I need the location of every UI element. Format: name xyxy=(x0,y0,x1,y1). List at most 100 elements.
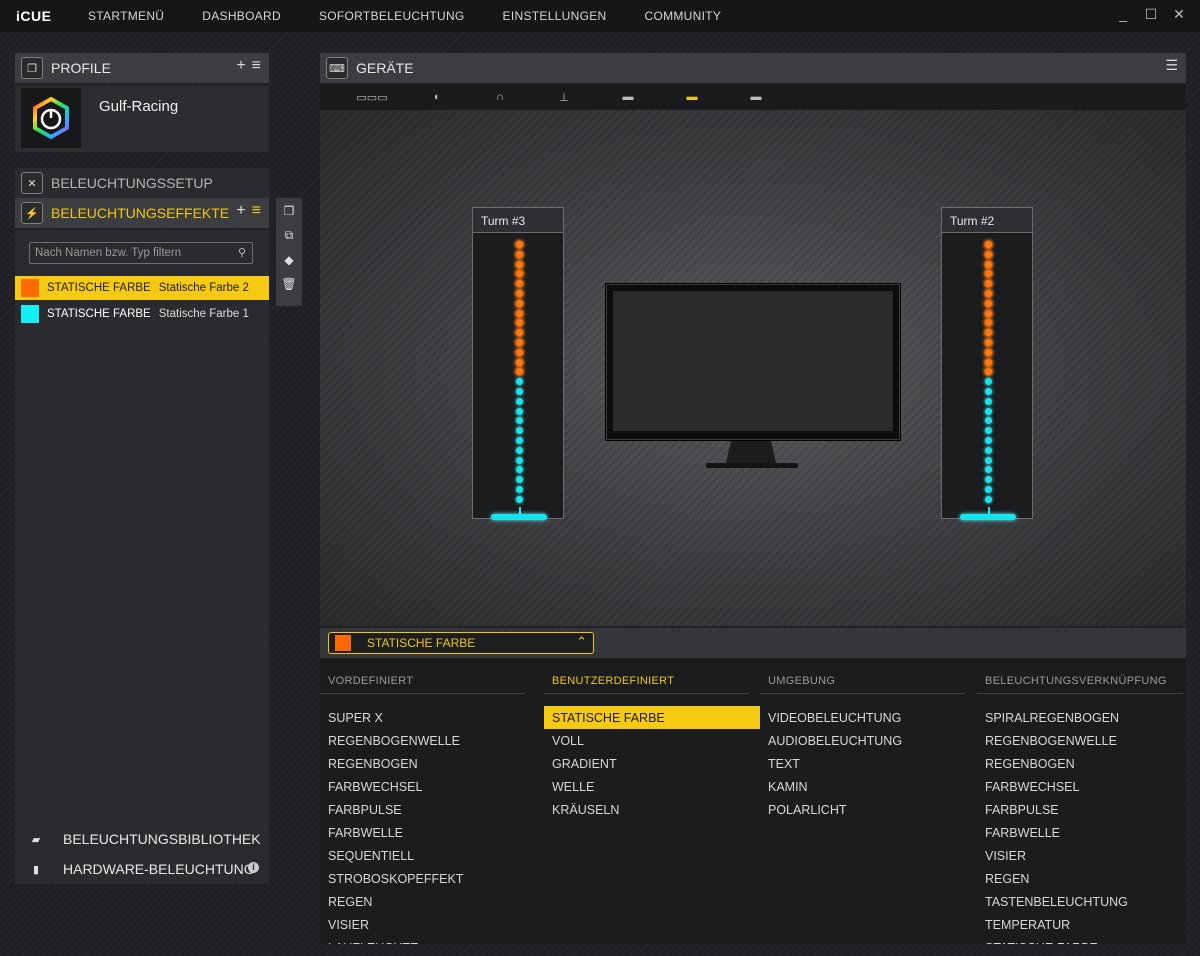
effect-option[interactable]: REGEN xyxy=(977,867,1183,890)
effect-option[interactable]: STATISCHE FARBE xyxy=(544,706,760,729)
effect-option[interactable]: LAUFLEUCHTE xyxy=(320,936,526,944)
nav-instant-lighting[interactable]: SOFORTBELEUCHTUNG xyxy=(319,9,465,23)
add-profile-button[interactable]: + xyxy=(236,57,245,75)
effect-name: Statische Farbe 1 xyxy=(158,308,249,320)
effect-option[interactable]: VISIER xyxy=(977,844,1183,867)
hardware-lighting-title: HARDWARE-BELEUCHTUNG xyxy=(63,861,255,877)
hardware-lighting-header[interactable]: ▮ HARDWARE-BELEUCHTUNG i xyxy=(15,854,269,884)
profile-name: Gulf-Racing xyxy=(99,98,179,115)
lighting-setup-header[interactable]: ✕ BELEUCHTUNGSSETUP xyxy=(15,168,269,198)
effect-option[interactable]: SEQUENTIELL xyxy=(320,844,526,867)
effect-option[interactable]: FARBPULSE xyxy=(320,798,526,821)
lighting-effects-header[interactable]: ⚡ BELEUCHTUNGSEFFEKTE + ≡ xyxy=(15,198,269,228)
effect-option[interactable]: REGENBOGEN xyxy=(320,752,526,775)
effect-option[interactable]: WELLE xyxy=(544,775,750,798)
led-cyan xyxy=(516,456,523,464)
led-cyan xyxy=(985,476,992,484)
effect-option[interactable]: FARBWELLE xyxy=(977,821,1183,844)
column-heading: BENUTZERDEFINIERT xyxy=(544,658,750,694)
duplicate-icon[interactable]: ⧉ xyxy=(285,228,294,243)
icue-logo-icon xyxy=(21,88,81,148)
effect-option[interactable]: REGENBOGEN xyxy=(977,752,1183,775)
minimize-button[interactable]: _ xyxy=(1116,6,1130,23)
tower-3[interactable]: Turm #3 xyxy=(472,207,564,520)
effects-menu-icon[interactable]: ≡ xyxy=(252,202,261,220)
trash-icon[interactable]: 🗑 xyxy=(281,277,296,291)
led-orange xyxy=(984,328,993,338)
effect-option[interactable]: SUPER X xyxy=(320,706,526,729)
add-effect-button[interactable]: + xyxy=(236,202,245,220)
lighting-library-header[interactable]: ▰ BELEUCHTUNGSBIBLIOTHEK xyxy=(15,824,269,854)
maximize-button[interactable]: ☐ xyxy=(1144,6,1158,23)
nav-community[interactable]: COMMUNITY xyxy=(644,9,721,23)
filter-input[interactable] xyxy=(30,243,230,263)
effect-option[interactable]: FARBWELLE xyxy=(320,821,526,844)
effect-option[interactable]: FARBWECHSEL xyxy=(320,775,526,798)
effect-option[interactable]: REGENBOGENWELLE xyxy=(977,729,1183,752)
keyboard-icon[interactable]: ▭▭▭ xyxy=(340,91,404,104)
headset-stand-icon[interactable]: ⊥ xyxy=(532,91,596,104)
effect-option[interactable]: STATISCHE FARBE xyxy=(977,936,1183,944)
tower-2[interactable]: Turm #2 xyxy=(941,207,1033,520)
effect-option[interactable]: SPIRALREGENBOGEN xyxy=(977,706,1183,729)
effect-option[interactable]: REGEN xyxy=(320,890,526,913)
led-orange xyxy=(984,249,993,259)
effect-row[interactable]: STATISCHE FARBE Statische Farbe 2 xyxy=(15,276,269,300)
search-icon[interactable]: ⚲ xyxy=(238,246,246,259)
led-cyan xyxy=(516,417,523,425)
effect-option[interactable]: FARBPULSE xyxy=(977,798,1183,821)
led-cyan xyxy=(516,388,523,395)
profile-card[interactable]: Gulf-Racing xyxy=(15,86,269,152)
close-button[interactable]: ✕ xyxy=(1172,6,1186,23)
effect-option[interactable]: TEXT xyxy=(760,752,966,775)
effect-option[interactable]: POLARLICHT xyxy=(760,798,966,821)
devices-menu-icon[interactable]: ☰ xyxy=(1165,57,1178,74)
nav-dashboard[interactable]: DASHBOARD xyxy=(202,9,281,23)
effect-option[interactable]: KAMIN xyxy=(760,775,966,798)
effect-option[interactable]: TEMPERATUR xyxy=(977,913,1183,936)
column-predefined: VORDEFINIERT SUPER X REGENBOGENWELLE REGEN… xyxy=(320,658,526,944)
effect-option[interactable]: REGENBOGENWELLE xyxy=(320,729,526,752)
led-cyan xyxy=(516,495,523,503)
led-orange xyxy=(984,318,993,328)
lightning-icon: ⚡ xyxy=(21,202,43,224)
led-orange xyxy=(515,347,524,357)
effect-option[interactable]: GRADIENT xyxy=(544,752,750,775)
ram-icon[interactable]: ▬ xyxy=(724,91,788,103)
led-cyan xyxy=(516,437,523,444)
layer-icon[interactable]: ◆ xyxy=(284,253,293,267)
mousepad-icon[interactable]: ▬ xyxy=(596,91,660,103)
copy-icon[interactable]: ❐ xyxy=(284,204,295,218)
tower-label: Turm #2 xyxy=(942,208,1032,233)
effect-option[interactable]: TASTENBELEUCHTUNG xyxy=(977,890,1183,913)
effect-option[interactable]: AUDIOBELEUCHTUNG xyxy=(760,729,966,752)
led-base xyxy=(960,513,1016,520)
effect-type-dropdown[interactable]: STATISCHE FARBE ⌃ xyxy=(328,632,594,654)
mouse-icon[interactable]: ◖ xyxy=(404,91,468,103)
effect-option[interactable]: VISIER xyxy=(320,913,526,936)
app-logo: iCUE xyxy=(16,8,52,24)
column-heading: VORDEFINIERT xyxy=(320,658,526,694)
folder-icon: ▰ xyxy=(31,833,41,846)
info-icon[interactable]: i xyxy=(248,862,259,873)
effect-option[interactable]: FARBWECHSEL xyxy=(977,775,1183,798)
column-heading: UMGEBUNG xyxy=(760,658,966,694)
column-list: VIDEOBELEUCHTUNG AUDIOBELEUCHTUNG TEXT KAMI… xyxy=(760,694,966,821)
profile-menu-icon[interactable]: ≡ xyxy=(252,57,261,75)
tools-icon: ✕ xyxy=(21,172,43,194)
profiles-title: PROFILE xyxy=(51,60,111,76)
led-orange xyxy=(515,338,524,347)
file-icon: ▮ xyxy=(32,863,40,876)
led-cyan xyxy=(516,397,523,405)
led-orange xyxy=(515,298,524,308)
nav-settings[interactable]: EINSTELLUNGEN xyxy=(503,9,607,23)
headset-icon[interactable]: ∩ xyxy=(468,91,532,103)
nav-startmenu[interactable]: STARTMENÜ xyxy=(88,9,164,23)
effect-type: STATISCHE FARBE xyxy=(47,308,151,320)
effect-option[interactable]: STROBOSKOPEFFEKT xyxy=(320,867,526,890)
effect-row[interactable]: STATISCHE FARBE Statische Farbe 1 xyxy=(15,302,269,326)
effect-option[interactable]: VOLL xyxy=(544,729,750,752)
fan-controller-icon[interactable]: ▬ xyxy=(660,91,724,103)
effect-option[interactable]: VIDEOBELEUCHTUNG xyxy=(760,706,966,729)
effect-option[interactable]: KRÄUSELN xyxy=(544,798,750,821)
